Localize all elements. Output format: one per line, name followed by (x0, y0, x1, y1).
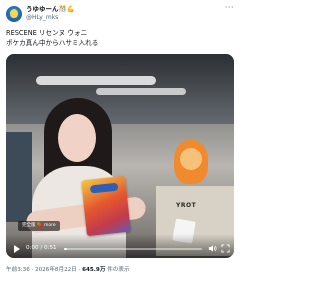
video-frame-pipe (96, 88, 186, 95)
volume-icon[interactable] (208, 244, 217, 253)
video-frame-card-pack (81, 175, 131, 237)
video-time: 0:00 / 0:51 (26, 245, 57, 251)
video-frame-shelf (6, 132, 32, 222)
video-frame-box-label: YROT (176, 202, 197, 209)
author-handle[interactable]: @HLy_mks (26, 14, 58, 22)
video-progress-fill (64, 248, 67, 250)
video-frame-person-face (58, 114, 96, 162)
tweet-timestamp[interactable]: 午前3:36 · 2026年8月22日 · (6, 267, 80, 273)
tweet-text-line: RESCENE リセンヌ ウォニ (6, 29, 88, 37)
tweet-text: RESCENE リセンヌ ウォニ ポケカ真ん中からハサミ入れる (6, 28, 232, 48)
tweet-views-suffix: 件の表示 (107, 267, 130, 273)
video-player[interactable]: YROT 完全版 🍓 more 0:00 / 0:51 (6, 54, 234, 258)
tweet-text-line: ポケカ真ん中からハサミ入れる (6, 39, 99, 47)
more-options-icon[interactable]: ··· (225, 4, 234, 12)
author-avatar[interactable] (6, 6, 22, 22)
tweet-views-count: 645.9万 (82, 267, 106, 273)
video-frame-figure (174, 140, 208, 184)
video-caption-chip: 完全版 🍓 more (18, 221, 60, 231)
author-display-name[interactable]: うゆゆーん🎊💪 (26, 5, 75, 14)
play-icon[interactable] (14, 245, 20, 253)
video-frame-pipe (36, 76, 156, 85)
fullscreen-icon[interactable] (221, 244, 230, 253)
video-progress-bar[interactable] (64, 248, 202, 250)
tweet-meta: 午前3:36 · 2026年8月22日 · 645.9万 件の表示 (6, 266, 130, 274)
